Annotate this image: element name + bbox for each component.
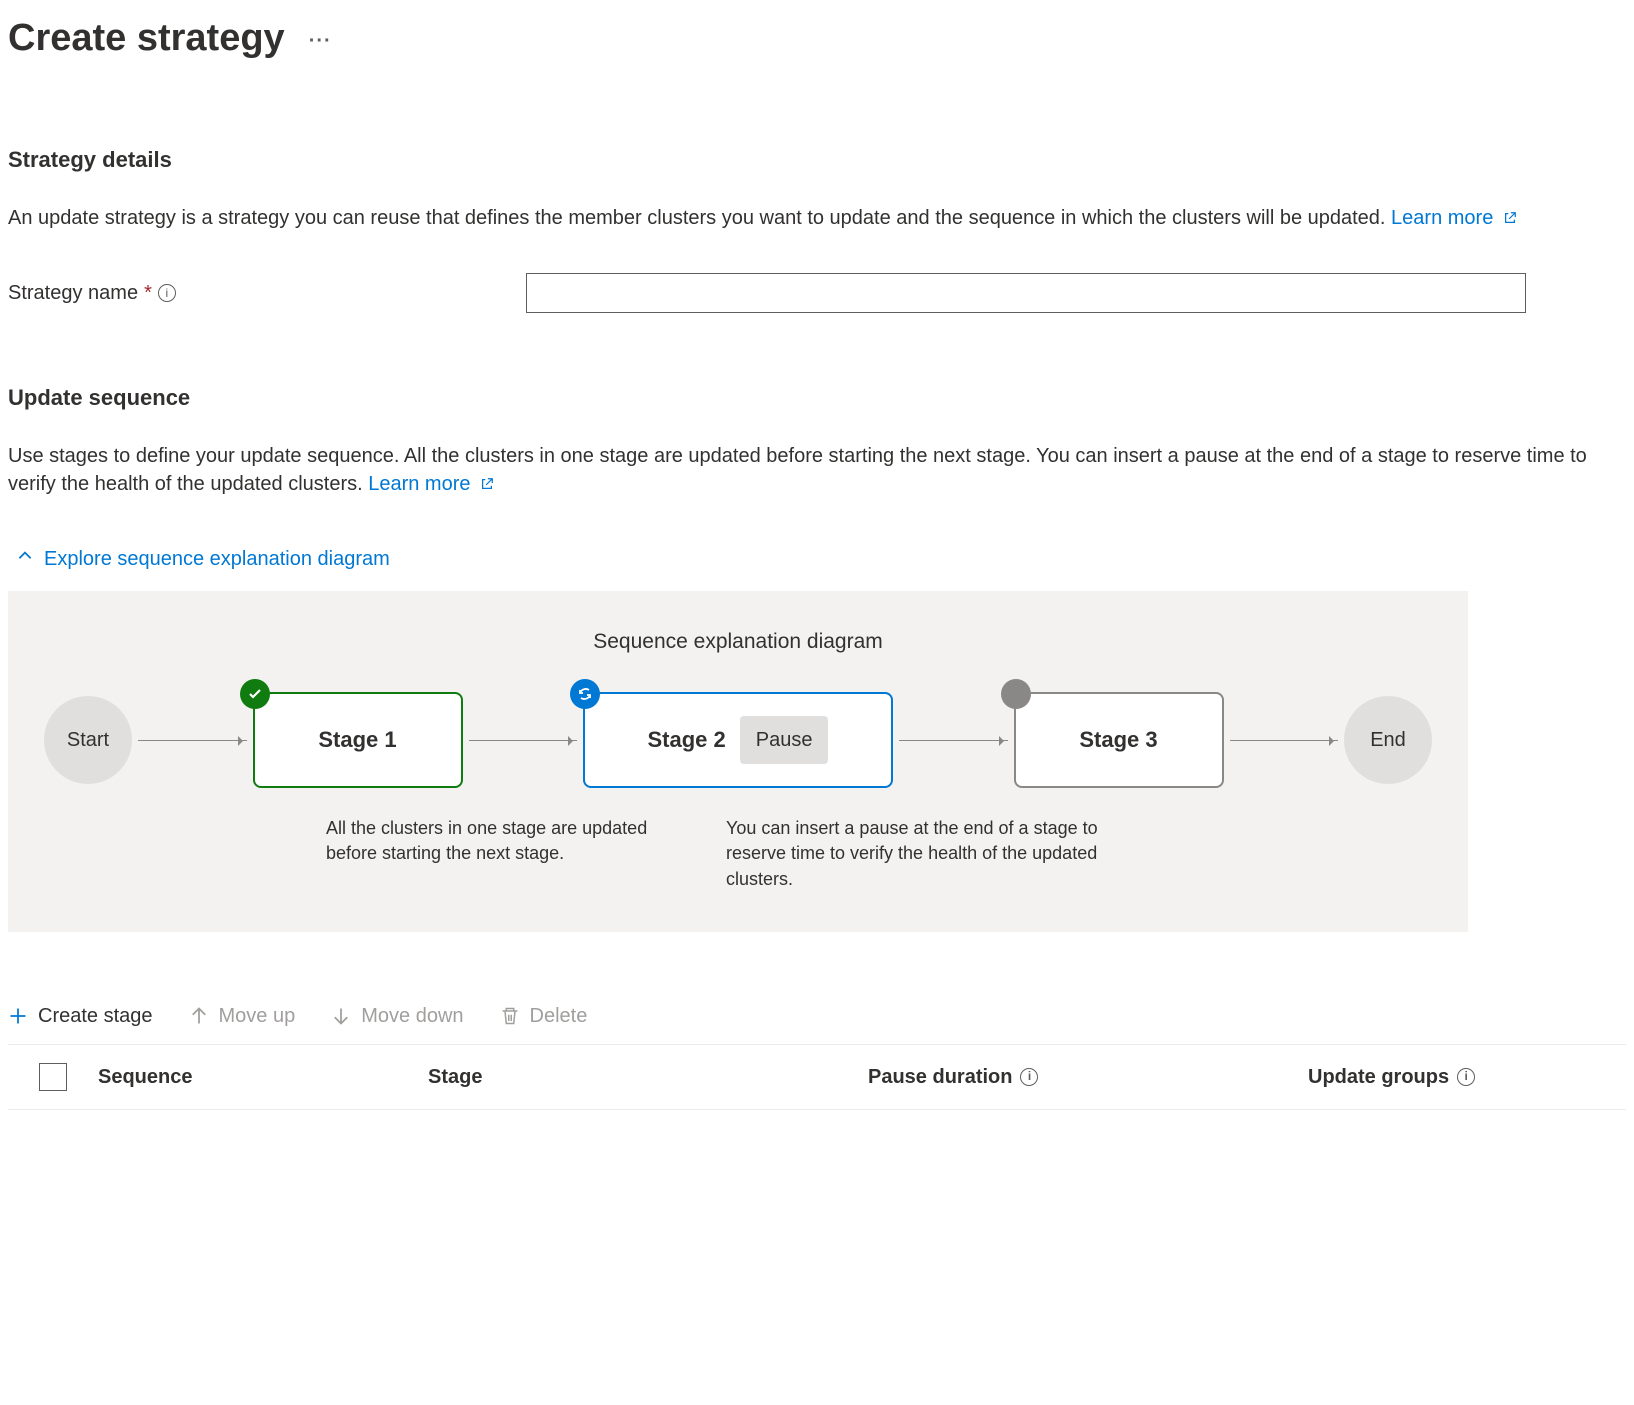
update-sequence-description: Use stages to define your update sequenc… bbox=[8, 442, 1608, 499]
sync-badge-icon bbox=[570, 679, 600, 709]
sequence-diagram-panel: Sequence explanation diagram Start Stage… bbox=[8, 591, 1468, 932]
diagram-title: Sequence explanation diagram bbox=[36, 627, 1440, 656]
chevron-up-icon bbox=[16, 545, 34, 573]
diagram-caption-1: All the clusters in one stage are update… bbox=[326, 816, 686, 892]
stages-table-header: Sequence Stage Pause duration i Update g… bbox=[8, 1044, 1626, 1110]
strategy-name-field: Strategy name * i bbox=[8, 273, 1626, 313]
diagram-caption-2: You can insert a pause at the end of a s… bbox=[726, 816, 1126, 892]
arrow-icon bbox=[899, 740, 1008, 741]
check-badge-icon bbox=[240, 679, 270, 709]
diagram-captions: All the clusters in one stage are update… bbox=[36, 816, 1440, 892]
move-down-button[interactable]: Move down bbox=[331, 1002, 463, 1030]
update-sequence-heading: Update sequence bbox=[8, 383, 1626, 414]
learn-more-link[interactable]: Learn more bbox=[1391, 207, 1517, 229]
pause-chip: Pause bbox=[740, 716, 829, 764]
delete-button[interactable]: Delete bbox=[500, 1002, 588, 1030]
required-asterisk: * bbox=[144, 279, 152, 307]
strategy-details-heading: Strategy details bbox=[8, 145, 1626, 176]
stage-3-box: Stage 3 bbox=[1014, 692, 1224, 788]
more-actions-icon[interactable]: ··· bbox=[309, 27, 332, 55]
page-title: Create strategy ··· bbox=[8, 12, 1626, 65]
explore-diagram-toggle[interactable]: Explore sequence explanation diagram bbox=[16, 545, 390, 573]
pending-badge-icon bbox=[1001, 679, 1031, 709]
page-title-text: Create strategy bbox=[8, 12, 285, 65]
info-icon[interactable]: i bbox=[158, 284, 176, 302]
start-node: Start bbox=[44, 696, 132, 784]
strategy-name-label: Strategy name * i bbox=[8, 279, 518, 307]
learn-more-link-2[interactable]: Learn more bbox=[368, 473, 494, 495]
stage-toolbar: Create stage Move up Move down Delete bbox=[8, 1002, 1626, 1030]
create-stage-button[interactable]: Create stage bbox=[8, 1002, 153, 1030]
select-all-cell bbox=[8, 1063, 98, 1091]
arrow-icon bbox=[1230, 740, 1339, 741]
arrow-icon bbox=[138, 740, 247, 741]
col-pause: Pause duration i bbox=[868, 1063, 1308, 1091]
strategy-details-description: An update strategy is a strategy you can… bbox=[8, 204, 1608, 233]
select-all-checkbox[interactable] bbox=[39, 1063, 67, 1091]
arrow-icon bbox=[469, 740, 578, 741]
external-link-icon bbox=[480, 471, 494, 499]
end-node: End bbox=[1344, 696, 1432, 784]
col-groups: Update groups i bbox=[1308, 1063, 1626, 1091]
strategy-name-input[interactable] bbox=[526, 273, 1526, 313]
arrow-up-icon bbox=[189, 1006, 209, 1026]
stage-1-box: Stage 1 bbox=[253, 692, 463, 788]
arrow-down-icon bbox=[331, 1006, 351, 1026]
stage-2-box: Stage 2 Pause bbox=[583, 692, 893, 788]
col-sequence: Sequence bbox=[98, 1063, 428, 1091]
move-up-button[interactable]: Move up bbox=[189, 1002, 296, 1030]
plus-icon bbox=[8, 1006, 28, 1026]
external-link-icon bbox=[1503, 205, 1517, 233]
info-icon[interactable]: i bbox=[1020, 1068, 1038, 1086]
info-icon[interactable]: i bbox=[1457, 1068, 1475, 1086]
trash-icon bbox=[500, 1006, 520, 1026]
col-stage: Stage bbox=[428, 1063, 868, 1091]
sequence-flow: Start Stage 1 Stage 2 Pause Stage 3 bbox=[36, 692, 1440, 788]
